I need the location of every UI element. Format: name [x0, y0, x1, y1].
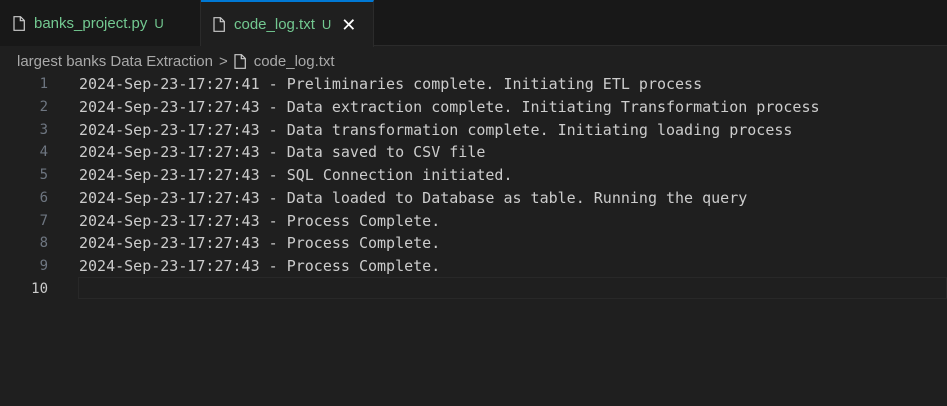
editor-line[interactable]: 9 2024-Sep-23-17:27:43 - Process Complete… [0, 255, 947, 278]
editor[interactable]: 1 2024-Sep-23-17:27:41 - Preliminaries co… [0, 72, 947, 406]
untracked-badge: U [321, 17, 332, 32]
editor-line[interactable]: 4 2024-Sep-23-17:27:43 - Data saved to CS… [0, 141, 947, 164]
tab-code-log[interactable]: code_log.txt U ✕ [201, 0, 374, 47]
line-text: 2024-Sep-23-17:27:43 - Data extraction c… [79, 98, 820, 117]
untracked-badge: U [154, 15, 164, 31]
line-text: 2024-Sep-23-17:27:41 - Preliminaries com… [79, 75, 703, 94]
tab-label: banks_project.py [34, 14, 148, 32]
line-number: 6 [39, 189, 48, 206]
line-text: 2024-Sep-23-17:27:43 - Data saved to CSV… [79, 143, 486, 162]
line-text: 2024-Sep-23-17:27:43 - SQL Connection in… [79, 166, 513, 185]
tab-banks-project[interactable]: banks_project.py U [0, 0, 201, 46]
line-text: 2024-Sep-23-17:27:43 - Data loaded to Da… [79, 188, 748, 207]
breadcrumb: largest banks Data Extraction > code_log… [17, 50, 335, 72]
line-number: 7 [39, 212, 48, 229]
chevron-right-icon: > [218, 52, 228, 70]
editor-line[interactable]: 3 2024-Sep-23-17:27:43 - Data transformat… [0, 118, 947, 141]
line-text: 2024-Sep-23-17:27:43 - Data transformati… [79, 120, 793, 139]
file-icon [213, 17, 225, 32]
line-number: 10 [31, 280, 48, 297]
file-icon [234, 53, 246, 69]
line-number: 9 [39, 257, 48, 274]
breadcrumb-folder[interactable]: largest banks Data Extraction [17, 53, 213, 70]
line-number: 1 [39, 76, 48, 93]
line-text: 2024-Sep-23-17:27:43 - Process Complete. [79, 211, 441, 230]
line-number: 2 [39, 99, 48, 116]
tab-label: code_log.txt [234, 16, 315, 33]
line-text: 2024-Sep-23-17:27:43 - Process Complete. [79, 256, 441, 275]
editor-line[interactable]: 10 [0, 277, 947, 300]
file-icon [13, 15, 25, 31]
line-number: 3 [39, 121, 48, 138]
editor-line[interactable]: 5 2024-Sep-23-17:27:43 - SQL Connection i… [0, 164, 947, 187]
close-icon[interactable]: ✕ [341, 16, 356, 34]
line-number: 4 [39, 144, 48, 161]
tab-bar: banks_project.py U code_log.txt U ✕ [0, 0, 947, 47]
line-text: 2024-Sep-23-17:27:43 - Process Complete. [79, 234, 441, 253]
editor-line[interactable]: 8 2024-Sep-23-17:27:43 - Process Complete… [0, 232, 947, 255]
editor-line[interactable]: 2 2024-Sep-23-17:27:43 - Data extraction … [0, 96, 947, 119]
line-number: 8 [39, 235, 48, 252]
editor-line[interactable]: 1 2024-Sep-23-17:27:41 - Preliminaries co… [0, 73, 947, 96]
editor-line[interactable]: 7 2024-Sep-23-17:27:43 - Process Complete… [0, 209, 947, 232]
editor-line[interactable]: 6 2024-Sep-23-17:27:43 - Data loaded to D… [0, 187, 947, 210]
line-number: 5 [39, 167, 48, 184]
breadcrumb-file[interactable]: code_log.txt [254, 53, 335, 70]
